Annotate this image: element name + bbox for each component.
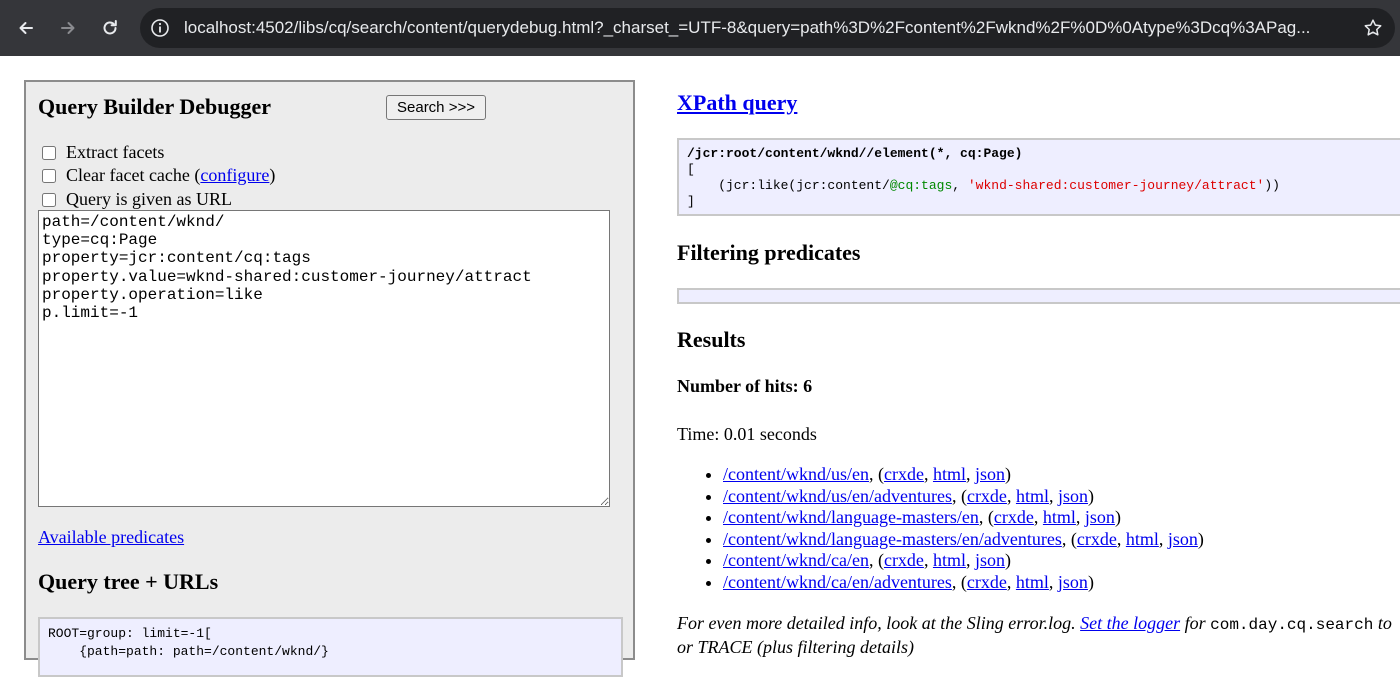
xpath-like-end: )) (1264, 178, 1280, 193)
query-textarea[interactable]: path=/content/wknd/ type=cq:Page propert… (38, 210, 610, 507)
filtering-predicates-title: Filtering predicates (677, 240, 861, 265)
url-query-label: Query is given as URL (66, 189, 232, 209)
json-link[interactable]: json (975, 464, 1005, 484)
clear-cache-checkbox[interactable] (42, 168, 56, 183)
clear-cache-label: Clear facet cache ( (66, 165, 201, 185)
result-path-link[interactable]: /content/wknd/ca/en/adventures (723, 572, 952, 592)
html-link[interactable]: html (1016, 572, 1049, 592)
crxde-link[interactable]: crxde (884, 550, 924, 570)
xpath-query-link[interactable]: XPath query (677, 90, 797, 116)
html-link[interactable]: html (933, 550, 966, 570)
xpath-close-bracket: ] (687, 194, 695, 209)
forward-button[interactable] (54, 14, 82, 42)
json-link[interactable]: json (1085, 507, 1115, 527)
result-item: /content/wknd/ca/en/adventures, (crxde, … (723, 572, 1204, 594)
back-arrow-icon (19, 22, 33, 34)
json-link[interactable]: json (1058, 486, 1088, 506)
xpath-attribute: @cq:tags (889, 178, 953, 193)
crxde-link[interactable]: crxde (994, 507, 1034, 527)
extract-facets-checkbox[interactable] (42, 145, 56, 160)
back-button[interactable] (12, 14, 40, 42)
address-bar[interactable]: localhost:4502/libs/cq/search/content/qu… (140, 8, 1395, 48)
html-link[interactable]: html (1016, 486, 1049, 506)
xpath-open-bracket: [ (687, 162, 695, 177)
html-link[interactable]: html (1126, 529, 1159, 549)
result-path-link[interactable]: /content/wknd/language-masters/en/advent… (723, 529, 1062, 549)
result-path-link[interactable]: /content/wknd/ca/en (723, 550, 869, 570)
xpath-string-literal: 'wknd-shared:customer-journey/attract' (967, 178, 1265, 193)
results-title: Results (677, 327, 746, 352)
result-item: /content/wknd/language-masters/en/advent… (723, 529, 1204, 551)
reload-button[interactable] (96, 14, 124, 42)
url-query-option: Query is given as URL (42, 189, 232, 210)
result-item: /content/wknd/us/en/adventures, (crxde, … (723, 486, 1204, 508)
hit-count: Number of hits: 6 (677, 376, 813, 396)
crxde-link[interactable]: crxde (967, 486, 1007, 506)
crxde-link[interactable]: crxde (1077, 529, 1117, 549)
filtering-predicates-box (677, 288, 1400, 304)
url-query-checkbox[interactable] (42, 192, 56, 207)
logger-info-end: to (1373, 613, 1392, 633)
bookmark-star-icon[interactable] (1363, 18, 1383, 38)
query-tree-line: ROOT=group: limit=-1[ (48, 626, 212, 641)
xpath-box: /jcr:root/content/wknd//element(*, cq:Pa… (677, 138, 1400, 216)
url-text[interactable]: localhost:4502/libs/cq/search/content/qu… (184, 8, 1344, 48)
logger-info-text: For even more detailed info, look at the… (677, 613, 1081, 633)
query-panel: Query Builder Debugger Search >>> Extrac… (24, 80, 635, 677)
crxde-link[interactable]: crxde (884, 464, 924, 484)
result-item: /content/wknd/us/en, (crxde, html, json) (723, 464, 1204, 486)
crxde-link[interactable]: crxde (967, 572, 1007, 592)
xpath-like-start: (jcr:like(jcr:content/ (687, 178, 890, 193)
set-logger-link[interactable]: Set the logger (1080, 613, 1180, 633)
json-link[interactable]: json (1058, 572, 1088, 592)
clear-cache-option: Clear facet cache (configure) (42, 165, 275, 186)
result-path-link[interactable]: /content/wknd/us/en/adventures (723, 486, 952, 506)
result-item: /content/wknd/language-masters/en, (crxd… (723, 507, 1204, 529)
query-tree-box: ROOT=group: limit=-1[ {path=path: path=/… (38, 617, 623, 677)
panel-title: Query Builder Debugger (38, 94, 272, 119)
xpath-predicate-line: (jcr:like(jcr:content/@cq:tags, 'wknd-sh… (687, 178, 1400, 194)
available-predicates-link[interactable]: Available predicates (38, 527, 184, 548)
search-button[interactable]: Search >>> (386, 95, 486, 120)
results-list: /content/wknd/us/en, (crxde, html, json)… (677, 464, 1204, 594)
extract-facets-label: Extract facets (66, 142, 165, 162)
result-item: /content/wknd/ca/en, (crxde, html, json) (723, 550, 1204, 572)
logger-info-line2: or TRACE (plus filtering details) (677, 637, 914, 657)
json-link[interactable]: json (1168, 529, 1198, 549)
query-time: Time: 0.01 seconds (677, 424, 817, 444)
json-link[interactable]: json (975, 550, 1005, 570)
browser-toolbar: localhost:4502/libs/cq/search/content/qu… (0, 0, 1400, 56)
logger-package: com.day.cq.search (1210, 616, 1374, 634)
reload-icon (103, 20, 117, 35)
xpath-comma: , (952, 178, 968, 193)
forward-arrow-icon (61, 22, 75, 34)
extract-facets-option: Extract facets (42, 142, 164, 163)
logger-info-mid: for (1180, 613, 1211, 633)
configure-link[interactable]: configure (200, 165, 269, 186)
logger-info: For even more detailed info, look at the… (677, 612, 1392, 658)
result-path-link[interactable]: /content/wknd/language-masters/en (723, 507, 979, 527)
html-link[interactable]: html (1043, 507, 1076, 527)
site-info-icon[interactable] (150, 18, 170, 38)
xpath-main-line: /jcr:root/content/wknd//element(*, cq:Pa… (687, 146, 1023, 161)
clear-cache-label-end: ) (269, 165, 276, 185)
html-link[interactable]: html (933, 464, 966, 484)
result-path-link[interactable]: /content/wknd/us/en (723, 464, 869, 484)
query-tree-title: Query tree + URLs (38, 569, 219, 594)
